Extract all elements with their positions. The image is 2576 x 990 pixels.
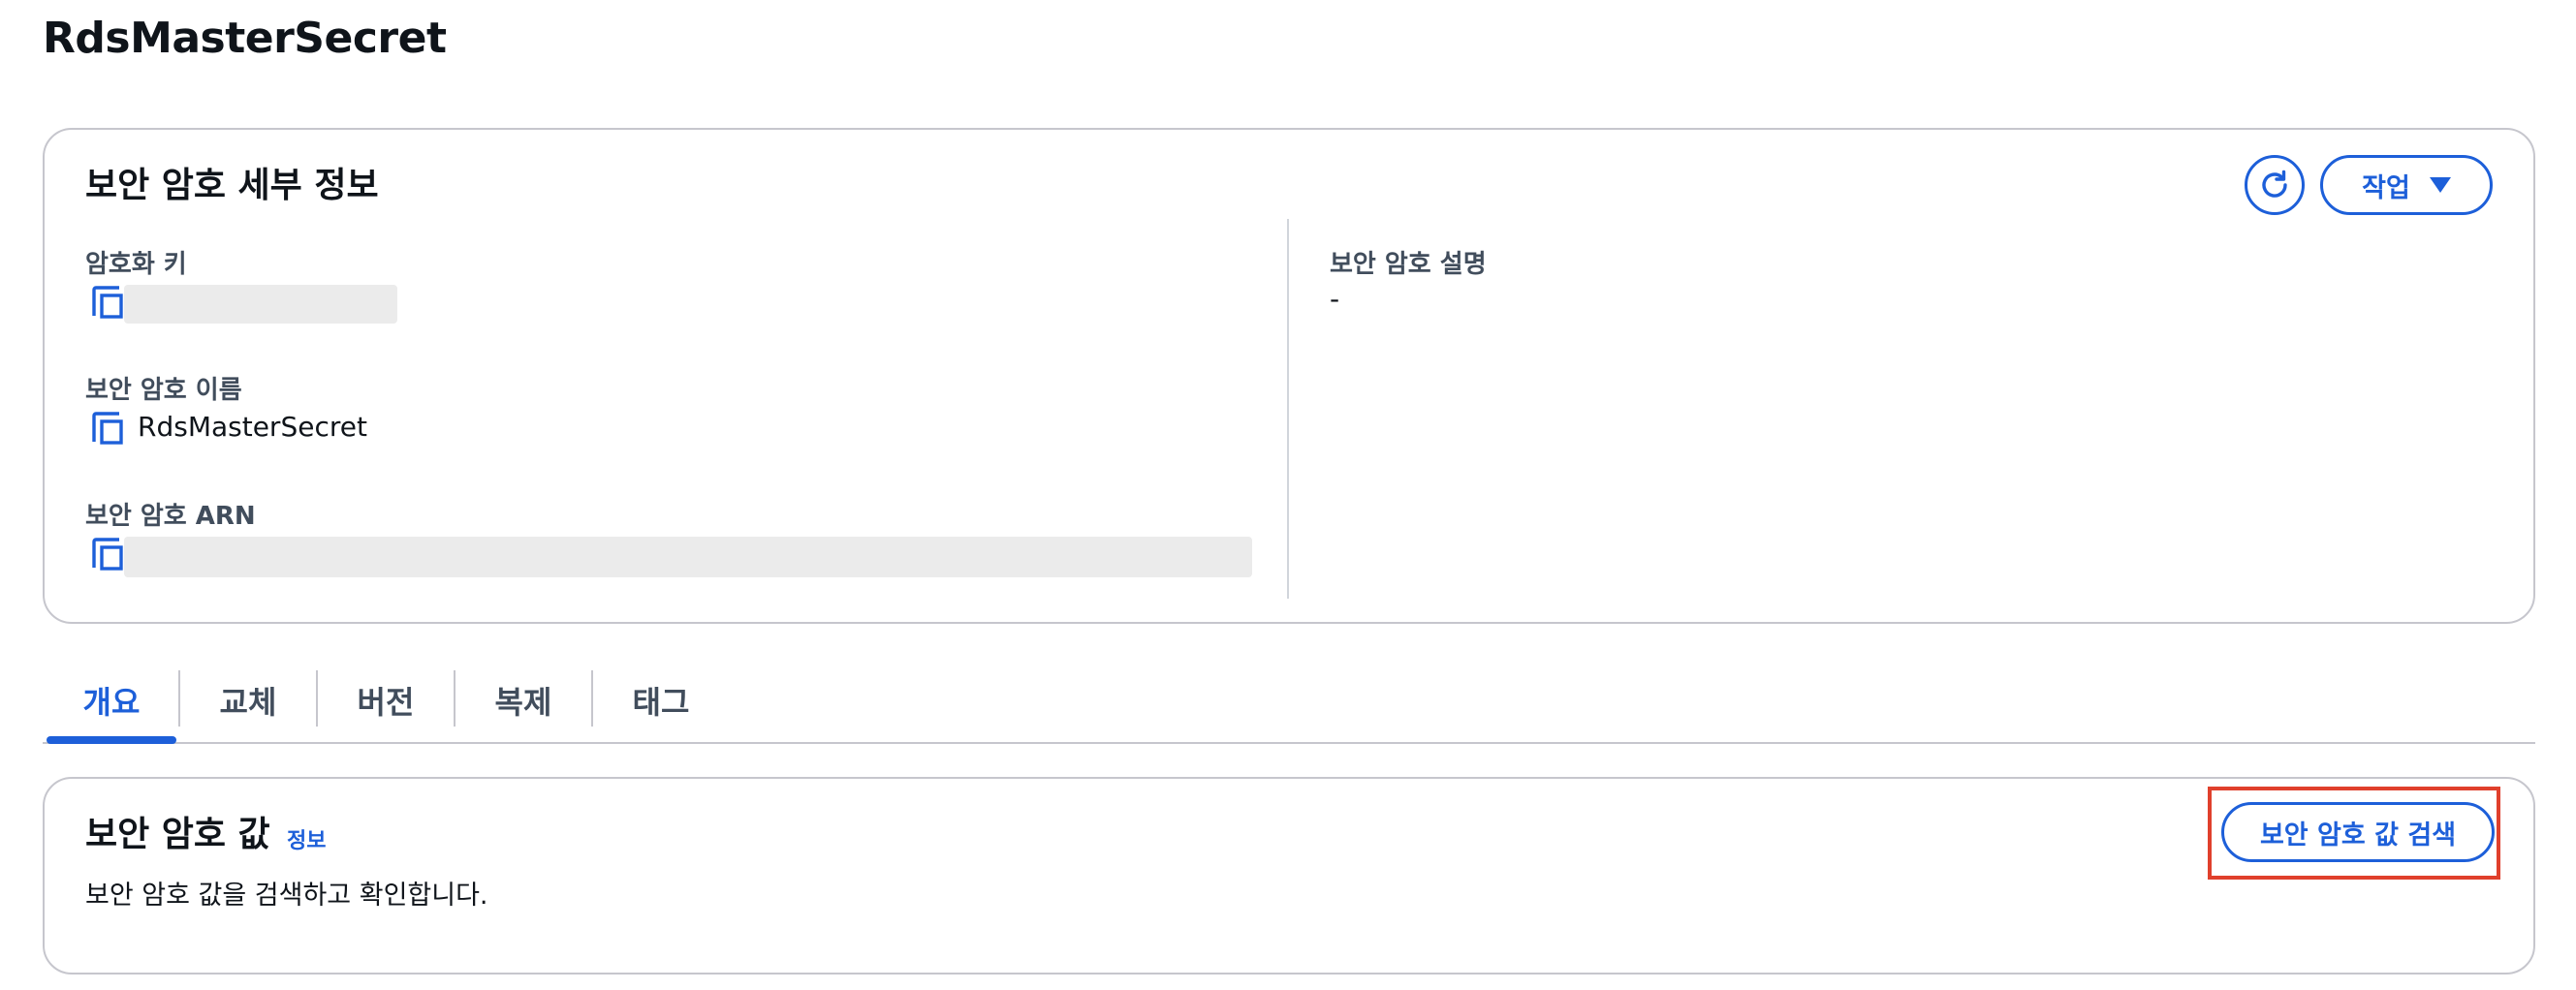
copy-icon[interactable] <box>91 537 124 572</box>
tab-label: 태그 <box>632 684 690 721</box>
refresh-button[interactable] <box>2245 155 2305 215</box>
secret-details-panel: 보안 암호 세부 정보 작업 암호화 키 보안 암호 이름 RdsMasterS… <box>43 128 2535 624</box>
tab-label: 복제 <box>494 684 552 721</box>
secret-value-panel: 보안 암호 값 정보 보안 암호 값을 검색하고 확인합니다. 보안 암호 값 … <box>43 777 2535 975</box>
secret-name-label: 보안 암호 이름 <box>85 376 242 405</box>
secret-arn-redacted <box>124 537 1252 577</box>
actions-button-label: 작업 <box>2362 172 2410 203</box>
active-tab-indicator <box>47 736 176 744</box>
tab-rotation[interactable]: 교체 <box>180 659 316 742</box>
tab-tags[interactable]: 태그 <box>593 659 729 742</box>
tab-replication[interactable]: 복제 <box>456 659 591 742</box>
secret-arn-label: 보안 암호 ARN <box>85 502 256 531</box>
copy-icon[interactable] <box>91 411 124 446</box>
actions-dropdown-button[interactable]: 작업 <box>2320 155 2493 215</box>
page-title: RdsMasterSecret <box>43 14 447 63</box>
tab-label: 개요 <box>82 684 141 721</box>
details-heading: 보안 암호 세부 정보 <box>85 166 379 205</box>
highlight-annotation <box>2208 787 2500 880</box>
secret-value-description: 보안 암호 값을 검색하고 확인합니다. <box>85 881 488 911</box>
encryption-key-label: 암호화 키 <box>85 250 187 279</box>
copy-icon[interactable] <box>91 285 124 320</box>
secret-value-heading: 보안 암호 값 <box>85 815 270 854</box>
secret-description-label: 보안 암호 설명 <box>1330 250 1487 279</box>
column-divider <box>1287 219 1289 599</box>
encryption-key-redacted <box>124 285 397 324</box>
tab-versions[interactable]: 버전 <box>318 659 454 742</box>
secret-description-value: - <box>1330 283 1340 315</box>
tab-label: 교체 <box>219 684 277 721</box>
secret-name-value: RdsMasterSecret <box>138 411 367 443</box>
info-link[interactable]: 정보 <box>287 823 326 854</box>
refresh-icon <box>2262 170 2287 198</box>
caret-down-icon <box>2429 177 2451 193</box>
tab-overview[interactable]: 개요 <box>47 659 176 742</box>
tab-bar: 개요 교체 버전 복제 태그 <box>43 659 2535 744</box>
tab-label: 버전 <box>357 684 415 721</box>
